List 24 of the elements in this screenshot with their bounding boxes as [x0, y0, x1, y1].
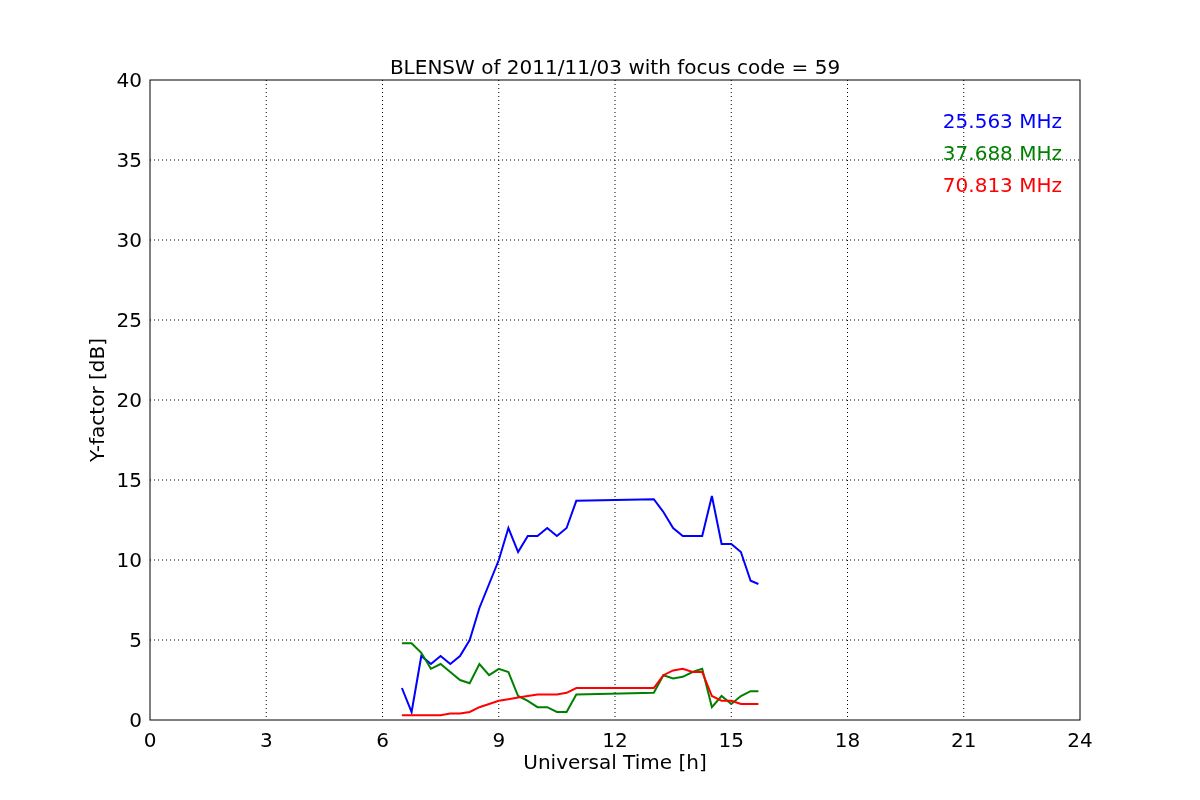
x-tick-label: 18 — [834, 728, 861, 752]
y-tick-label: 20 — [116, 388, 142, 412]
y-tick-label: 35 — [116, 148, 142, 172]
x-tick-label: 3 — [259, 728, 273, 752]
y-tick-label: 40 — [116, 68, 142, 92]
chart-title: BLENSW of 2011/11/03 with focus code = 59 — [389, 55, 841, 79]
x-tick-label: 0 — [143, 728, 157, 752]
x-axis-label: Universal Time [h] — [523, 750, 707, 774]
x-tick-label: 21 — [951, 728, 977, 752]
x-tick-label: 12 — [602, 728, 628, 752]
x-tick-label: 9 — [492, 728, 506, 752]
y-tick-label: 30 — [116, 228, 142, 252]
y-axis-label: Y-factor [dB] — [85, 338, 109, 462]
y-tick-label: 5 — [129, 628, 142, 652]
y-tick-label: 0 — [129, 708, 142, 732]
y-tick-label: 25 — [116, 308, 142, 332]
legend-label: 25.563 MHz — [942, 109, 1062, 133]
legend-label: 37.688 MHz — [942, 141, 1062, 165]
y-tick-label: 10 — [116, 548, 142, 572]
legend-label: 70.813 MHz — [942, 173, 1062, 197]
x-tick-label: 15 — [718, 728, 744, 752]
x-tick-label: 6 — [376, 728, 389, 752]
y-tick-label: 15 — [116, 468, 142, 492]
x-tick-label: 24 — [1067, 728, 1093, 752]
